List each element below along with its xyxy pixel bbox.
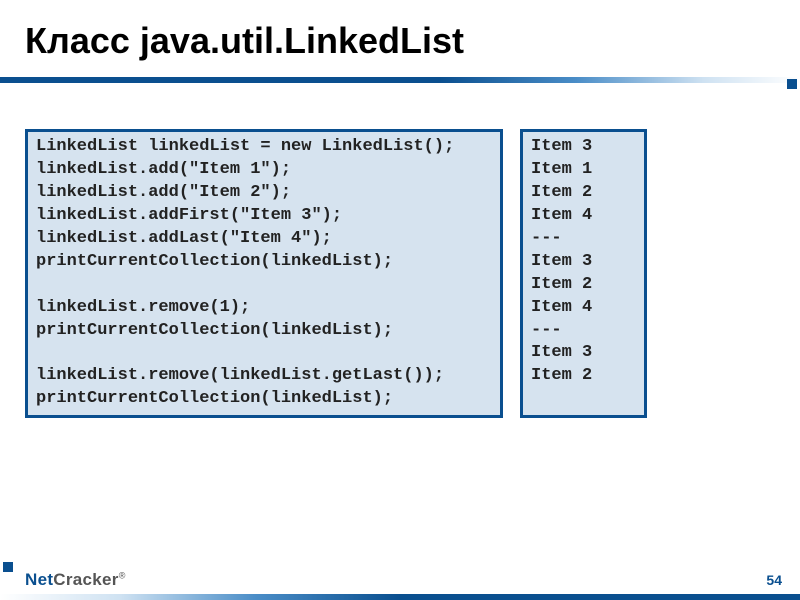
logo-text-cracker: Cracker [53, 570, 118, 589]
logo-reg-mark: ® [119, 570, 126, 580]
header-divider [0, 77, 800, 89]
code-block-left: LinkedList linkedList = new LinkedList()… [25, 129, 503, 418]
logo-text-net: Net [25, 570, 53, 589]
decorative-square-icon [3, 562, 13, 572]
slide-title: Класс java.util.LinkedList [0, 0, 800, 77]
output-block-right: Item 3 Item 1 Item 2 Item 4 --- Item 3 I… [520, 129, 647, 418]
page-number: 54 [766, 572, 782, 588]
decorative-square-icon [787, 79, 797, 89]
divider-gradient [0, 77, 800, 83]
footer: NetCracker® 54 [0, 558, 800, 600]
logo: NetCracker® [25, 570, 126, 590]
content-area: LinkedList linkedList = new LinkedList()… [0, 129, 800, 418]
footer-gradient [0, 594, 800, 600]
